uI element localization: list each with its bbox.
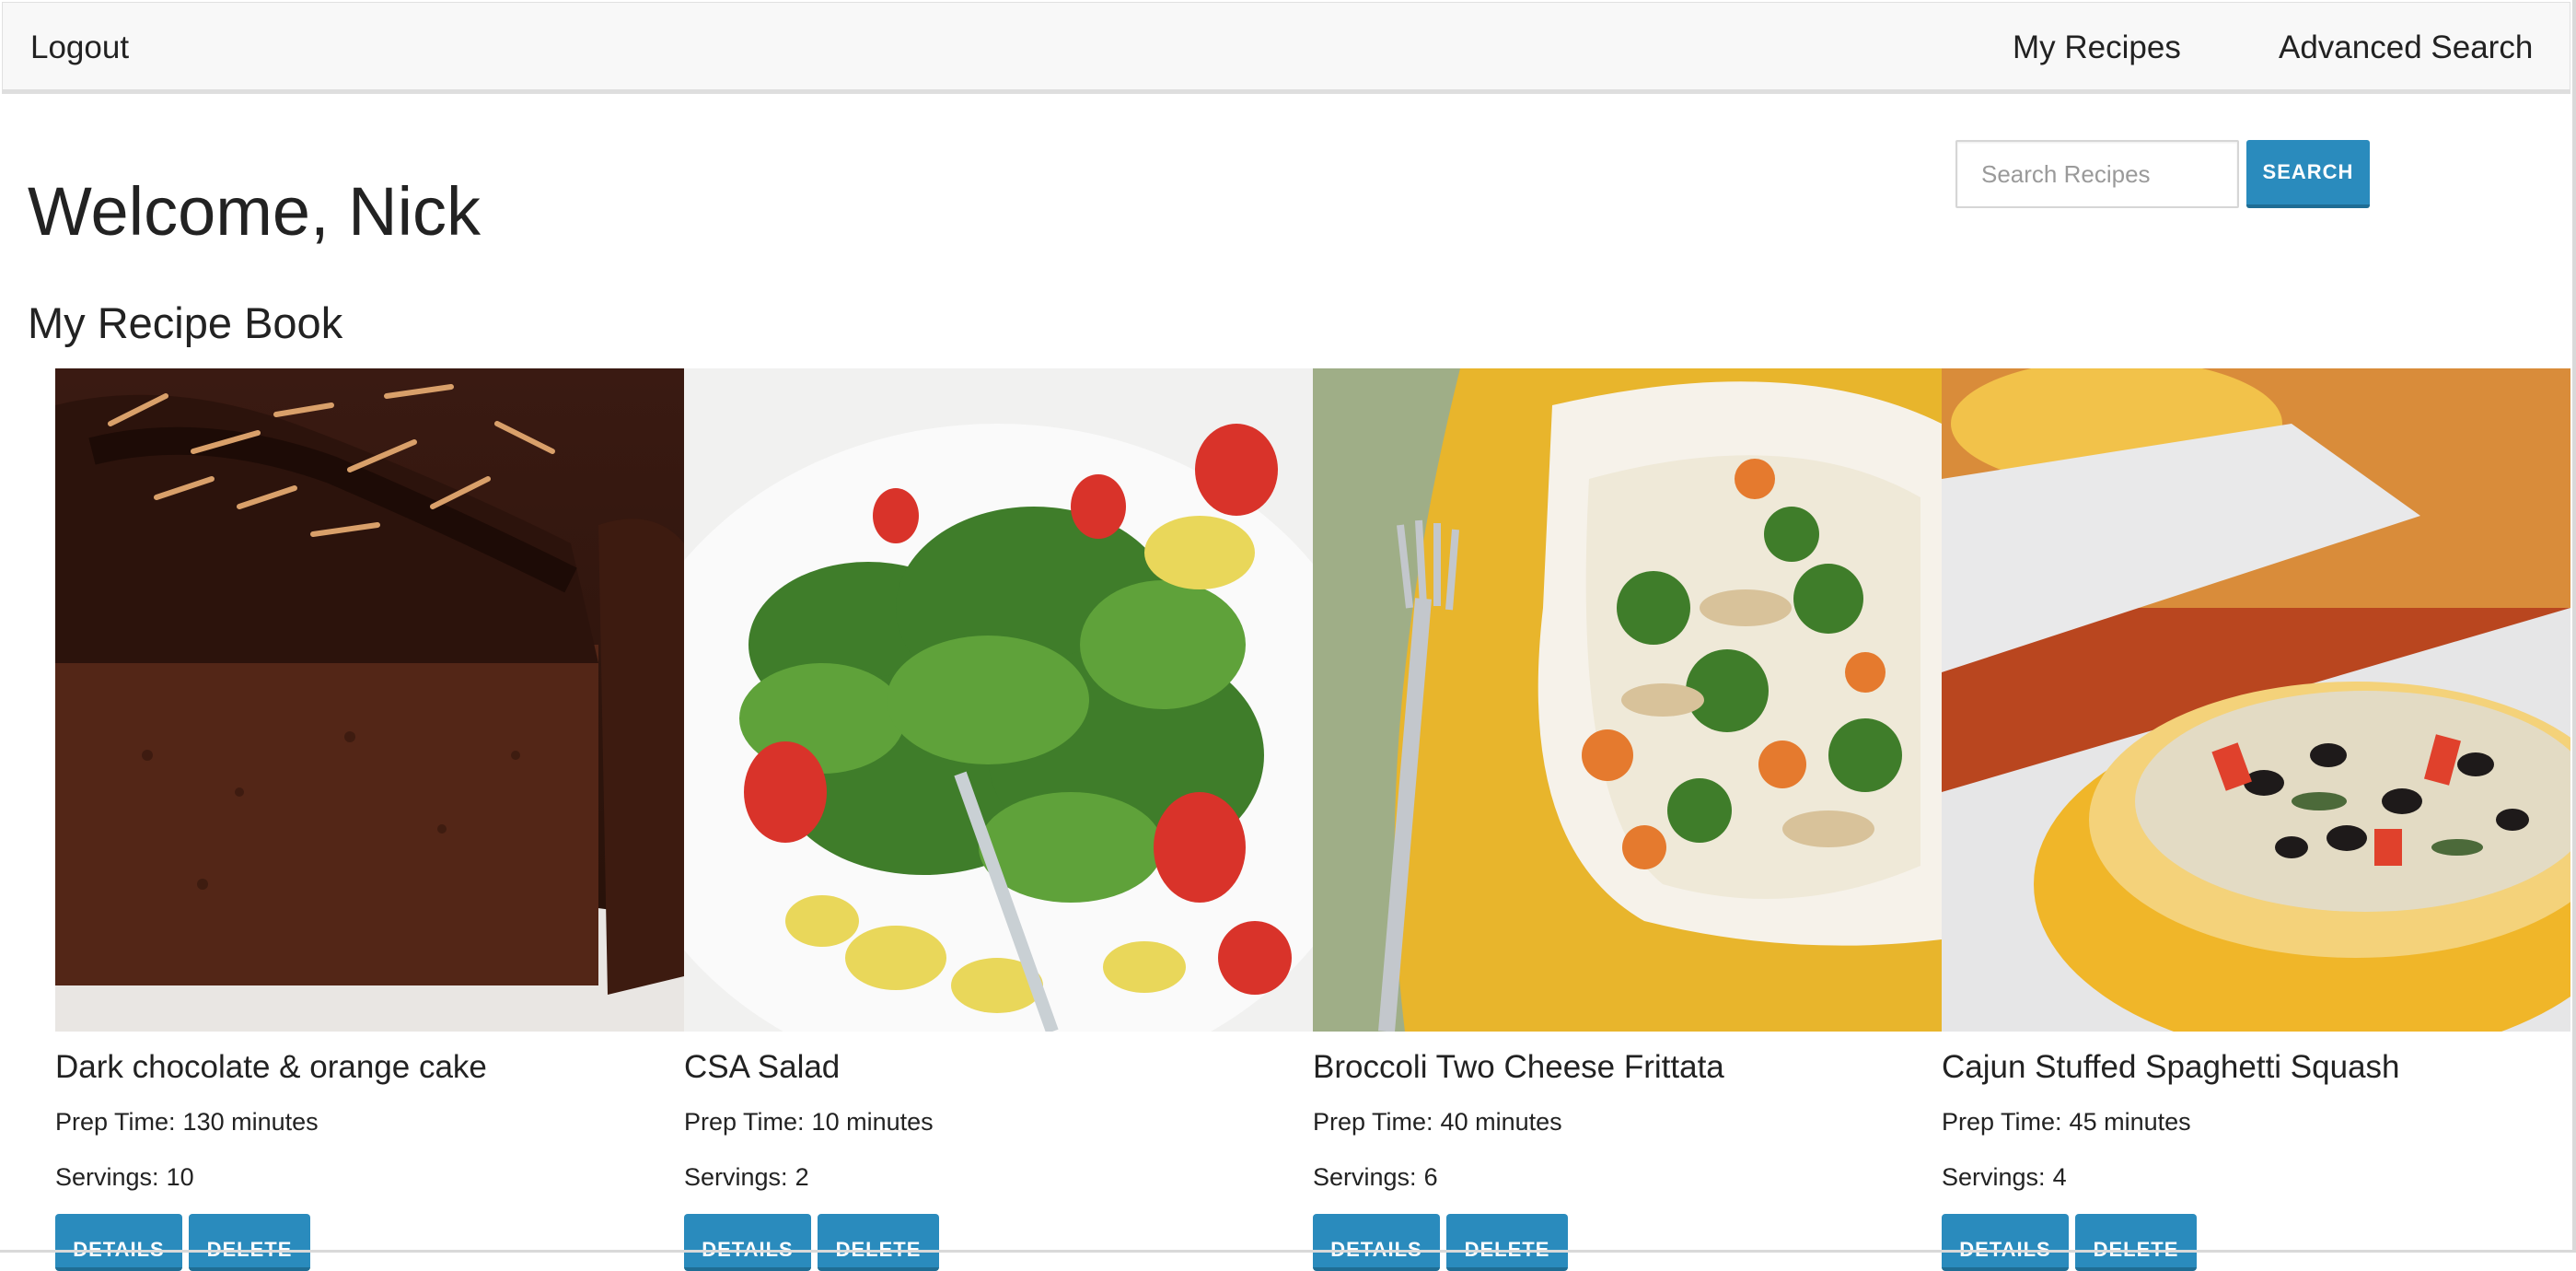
servings-value: 6 [1423,1163,1438,1191]
details-button[interactable]: DETAILS [1313,1214,1440,1271]
recipe-card: Dark chocolate & orange cake Prep Time: 1… [55,368,684,1271]
servings: Servings: 2 [684,1160,809,1194]
welcome-heading: Welcome, Nick [28,173,482,250]
prep-time: Prep Time: 10 minutes [684,1105,934,1138]
recipe-card: Broccoli Two Cheese Frittata Prep Time: 4… [1313,368,1942,1271]
servings: Servings: 10 [55,1160,194,1194]
recipe-photo-chocolate-cake [55,368,684,1032]
prep-time-label: Prep Time: [55,1108,176,1136]
servings-label: Servings: [1942,1163,2046,1191]
prep-time-label: Prep Time: [684,1108,805,1136]
prep-time-label: Prep Time: [1313,1108,1433,1136]
recipe-title[interactable]: CSA Salad [684,1045,840,1090]
details-button[interactable]: DETAILS [55,1214,182,1271]
prep-time-value: 40 minutes [1440,1108,1562,1136]
delete-button[interactable]: DELETE [1446,1214,1568,1271]
search-input[interactable] [1955,140,2239,208]
recipe-title[interactable]: Dark chocolate & orange cake [55,1045,487,1090]
servings-value: 10 [166,1163,194,1191]
delete-button[interactable]: DELETE [189,1214,310,1271]
prep-time-value: 45 minutes [2069,1108,2191,1136]
recipe-photo-csa-salad [684,368,1313,1032]
delete-button[interactable]: DELETE [818,1214,939,1271]
delete-button[interactable]: DELETE [2075,1214,2197,1271]
prep-time: Prep Time: 40 minutes [1313,1105,1562,1138]
servings-label: Servings: [55,1163,159,1191]
prep-time-value: 130 minutes [182,1108,319,1136]
recipe-title[interactable]: Broccoli Two Cheese Frittata [1313,1045,1724,1090]
my-recipes-link[interactable]: My Recipes [2013,28,2181,68]
recipe-photo-broccoli-frittata [1313,368,1942,1032]
details-button[interactable]: DETAILS [1942,1214,2069,1271]
servings-value: 2 [795,1163,809,1191]
prep-time: Prep Time: 45 minutes [1942,1105,2191,1138]
servings-label: Servings: [684,1163,788,1191]
recipe-card: Cajun Stuffed Spaghetti Squash Prep Time… [1942,368,2570,1271]
servings-label: Servings: [1313,1163,1417,1191]
search-button[interactable]: SEARCH [2246,140,2370,208]
recipe-photo-spaghetti-squash [1942,368,2570,1032]
top-navbar: Logout My Recipes Advanced Search [2,2,2570,94]
details-button[interactable]: DETAILS [684,1214,811,1271]
servings-value: 4 [2052,1163,2067,1191]
servings: Servings: 6 [1313,1160,1438,1194]
prep-time-label: Prep Time: [1942,1108,2062,1136]
prep-time: Prep Time: 130 minutes [55,1105,319,1138]
window-right-edge [2572,0,2576,1253]
servings: Servings: 4 [1942,1160,2067,1194]
advanced-search-link[interactable]: Advanced Search [2279,28,2533,68]
logout-link[interactable]: Logout [30,28,129,68]
prep-time-value: 10 minutes [811,1108,934,1136]
recipe-book-title: My Recipe Book [28,298,343,347]
recipe-title[interactable]: Cajun Stuffed Spaghetti Squash [1942,1045,2400,1090]
recipe-card: CSA Salad Prep Time: 10 minutes Servings:… [684,368,1313,1271]
